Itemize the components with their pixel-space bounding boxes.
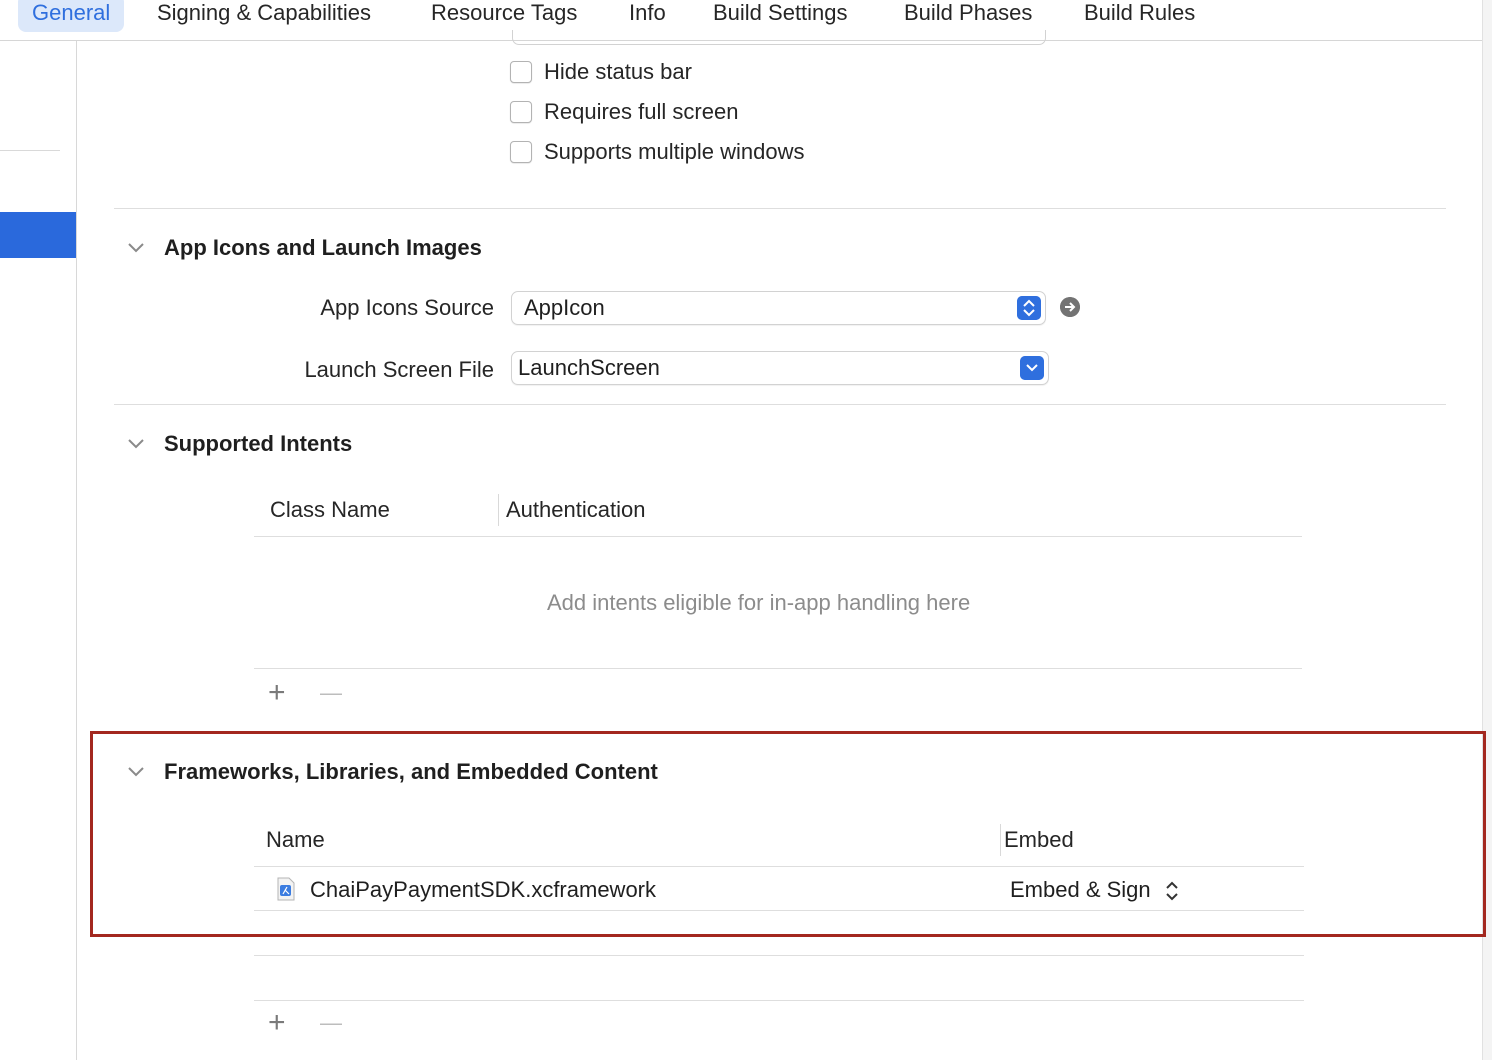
chevron-down-icon[interactable] — [126, 437, 146, 451]
up-down-chevron-icon — [1017, 296, 1041, 320]
intents-empty-message: Add intents eligible for in-app handling… — [547, 590, 971, 615]
app-icons-source-popup[interactable]: AppIcon — [511, 291, 1046, 325]
sidebar-divider — [0, 150, 60, 151]
checkbox-label: Requires full screen — [544, 99, 739, 124]
sidebar-selected-target[interactable] — [0, 212, 76, 258]
table-bottom-divider — [254, 668, 1302, 669]
hide-status-bar-checkbox[interactable]: Hide status bar — [510, 59, 692, 85]
section-title-app-icons: App Icons and Launch Images — [164, 235, 482, 260]
tab-resource-tags[interactable]: Resource Tags — [431, 0, 577, 33]
targets-sidebar — [0, 41, 77, 1060]
go-to-arrow-icon[interactable] — [1060, 297, 1080, 317]
checkbox-label: Hide status bar — [544, 59, 692, 84]
orientation-popup-partial[interactable] — [512, 30, 1046, 45]
launch-screen-file-combobox[interactable]: LaunchScreen — [511, 351, 1049, 385]
column-header-class-name[interactable]: Class Name — [270, 497, 390, 523]
column-separator[interactable] — [498, 494, 499, 526]
checkbox-label: Supports multiple windows — [544, 139, 805, 164]
checkbox-box[interactable] — [510, 61, 532, 83]
combobox-value[interactable]: LaunchScreen — [518, 355, 660, 381]
remove-framework-button[interactable]: — — [320, 1008, 342, 1038]
column-header-authentication[interactable]: Authentication — [506, 497, 645, 523]
launch-screen-file-label: Launch Screen File — [304, 357, 494, 382]
chevron-down-icon[interactable] — [126, 241, 146, 255]
add-framework-button[interactable]: + — [268, 1008, 286, 1038]
remove-intent-button[interactable]: — — [320, 678, 342, 708]
table-row-divider — [254, 955, 1304, 956]
tab-build-phases[interactable]: Build Phases — [904, 0, 1032, 33]
popup-value: AppIcon — [524, 295, 605, 320]
table-header-divider — [254, 536, 1302, 537]
highlight-box — [90, 731, 1486, 937]
section-divider — [114, 208, 1446, 209]
supports-multiple-windows-checkbox[interactable]: Supports multiple windows — [510, 139, 804, 165]
requires-full-screen-checkbox[interactable]: Requires full screen — [510, 99, 738, 125]
table-bottom-divider — [254, 1000, 1304, 1001]
tab-signing-capabilities[interactable]: Signing & Capabilities — [157, 0, 371, 33]
tab-info[interactable]: Info — [629, 0, 666, 33]
tab-build-rules[interactable]: Build Rules — [1084, 0, 1195, 33]
tab-build-settings[interactable]: Build Settings — [713, 0, 848, 33]
checkbox-box[interactable] — [510, 141, 532, 163]
app-icons-source-label: App Icons Source — [320, 295, 494, 320]
tab-general[interactable]: General — [18, 0, 125, 32]
add-intent-button[interactable]: + — [268, 678, 286, 708]
section-divider — [114, 404, 1446, 405]
section-title-supported-intents: Supported Intents — [164, 431, 353, 456]
checkbox-box[interactable] — [510, 101, 532, 123]
chevron-down-icon[interactable] — [1020, 356, 1044, 380]
